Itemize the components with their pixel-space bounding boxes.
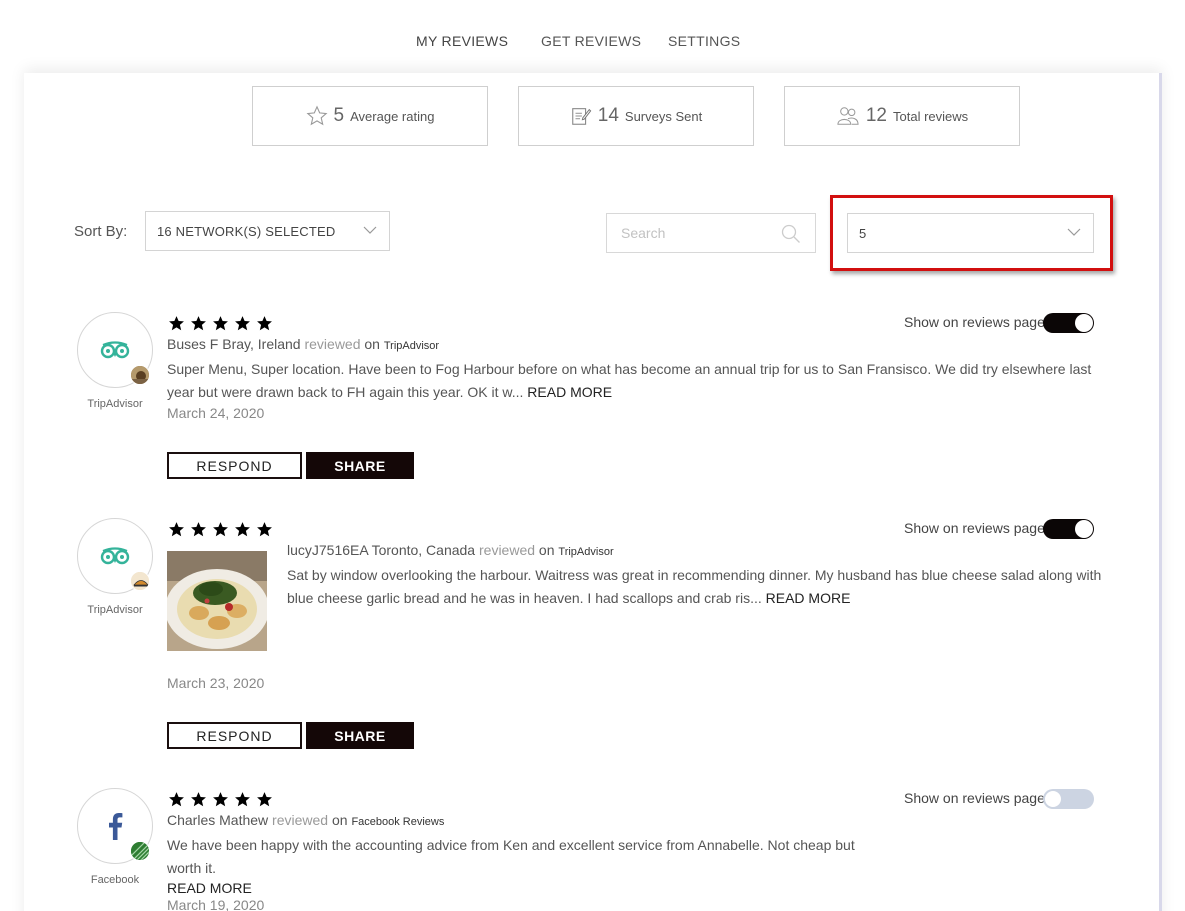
survey-edit-icon xyxy=(571,108,592,125)
reviewer-name: lucyJ7516EA Toronto, Canada xyxy=(287,542,476,558)
rating-select-highlight xyxy=(830,195,1113,271)
reviewed-text: reviewed xyxy=(304,336,361,352)
read-more-link[interactable]: READ MORE xyxy=(527,384,612,400)
reviewer-line: lucyJ7516EA Toronto, Canada reviewed on … xyxy=(287,542,614,558)
share-button[interactable]: SHARE xyxy=(306,452,414,479)
review-text: Sat by window overlooking the harbour. W… xyxy=(287,564,1107,610)
network-select[interactable]: 16 NETWORK(S) SELECTED xyxy=(145,211,390,251)
star-rating xyxy=(168,791,273,808)
average-rating-card: 5 Average rating xyxy=(252,86,488,146)
toggle-knob xyxy=(1075,520,1093,538)
toggle-knob xyxy=(1044,790,1062,808)
show-on-page-label: Show on reviews page xyxy=(904,790,1045,806)
review-text: We have been happy with the accounting a… xyxy=(167,834,867,880)
search-input[interactable] xyxy=(607,214,777,252)
tab-get-reviews[interactable]: GET REVIEWS xyxy=(541,33,641,49)
average-rating-label: Average rating xyxy=(350,108,435,124)
toggle-knob xyxy=(1075,314,1093,332)
star-icon xyxy=(191,792,206,807)
sort-by-label: Sort By: xyxy=(74,223,128,240)
star-icon xyxy=(213,316,228,331)
average-rating-value: 5 xyxy=(333,105,345,126)
show-on-page-toggle[interactable] xyxy=(1043,313,1094,333)
reviewer-thumbnail xyxy=(130,841,150,861)
tab-my-reviews[interactable]: MY REVIEWS xyxy=(416,33,508,49)
top-navigation: MY REVIEWS GET REVIEWS SETTINGS xyxy=(0,0,1185,74)
total-reviews-card: 12 Total reviews xyxy=(784,86,1020,146)
read-more-link[interactable]: READ MORE xyxy=(766,590,851,606)
network-avatar xyxy=(77,312,153,388)
star-outline-icon xyxy=(306,105,328,126)
read-more-link[interactable]: READ MORE xyxy=(167,880,252,896)
review-body: We have been happy with the accounting a… xyxy=(167,837,855,876)
on-text: on xyxy=(364,336,380,352)
network-avatar xyxy=(77,788,153,864)
star-icon xyxy=(169,522,184,537)
reviewer-line: Buses F Bray, Ireland reviewed on TripAd… xyxy=(167,336,439,352)
on-text: on xyxy=(538,542,555,558)
total-reviews-label: Total reviews xyxy=(893,108,969,124)
reviewer-thumbnail xyxy=(130,365,150,385)
network-label: TripAdvisor xyxy=(87,604,143,616)
review-network-name: TripAdvisor xyxy=(558,546,614,558)
review-date: March 19, 2020 xyxy=(167,897,265,911)
reviewed-text: reviewed xyxy=(479,542,536,558)
star-icon xyxy=(235,792,250,807)
network-label: TripAdvisor xyxy=(87,398,143,410)
star-icon xyxy=(213,792,228,807)
review-network-name: TripAdvisor xyxy=(383,340,440,352)
review-date: March 24, 2020 xyxy=(167,405,265,421)
star-icon xyxy=(213,522,228,537)
star-rating xyxy=(168,521,273,538)
tab-settings[interactable]: SETTINGS xyxy=(668,33,740,49)
show-on-page-label: Show on reviews page xyxy=(904,314,1045,330)
chevron-down-icon xyxy=(363,226,377,234)
show-on-page-toggle[interactable] xyxy=(1043,519,1094,539)
star-rating xyxy=(168,315,273,332)
review-body: Sat by window overlooking the harbour. W… xyxy=(287,567,1102,606)
star-icon xyxy=(235,316,250,331)
review-photo[interactable] xyxy=(167,551,267,651)
surveys-sent-value: 14 xyxy=(597,105,619,126)
total-reviews-value: 12 xyxy=(865,105,887,126)
star-icon xyxy=(235,522,250,537)
search-box xyxy=(606,213,816,253)
reviewer-name: Charles Mathew xyxy=(167,812,269,828)
respond-button[interactable]: RESPOND xyxy=(167,722,302,749)
users-icon xyxy=(837,107,859,125)
review-network-name: Facebook Reviews xyxy=(351,816,445,828)
surveys-sent-label: Surveys Sent xyxy=(624,108,703,124)
star-icon xyxy=(169,792,184,807)
review-body: Super Menu, Super location. Have been to… xyxy=(167,361,1092,400)
reviewed-text: reviewed xyxy=(272,812,329,828)
review-date: March 23, 2020 xyxy=(167,675,265,691)
network-label: Facebook xyxy=(90,874,140,886)
on-text: on xyxy=(331,812,348,828)
respond-button[interactable]: RESPOND xyxy=(167,452,302,479)
share-button[interactable]: SHARE xyxy=(306,722,414,749)
show-on-page-label: Show on reviews page xyxy=(904,520,1045,536)
star-icon xyxy=(191,316,206,331)
search-icon[interactable] xyxy=(781,224,801,244)
surveys-sent-card: 14 Surveys Sent xyxy=(518,86,754,146)
star-icon xyxy=(257,316,272,331)
reviewer-line: Charles Mathew reviewed on Facebook Revi… xyxy=(167,812,444,828)
star-icon xyxy=(257,792,272,807)
star-icon xyxy=(257,522,272,537)
review-text: Super Menu, Super location. Have been to… xyxy=(167,358,1112,404)
reviewer-name: Buses F Bray, Ireland xyxy=(167,336,301,352)
star-icon xyxy=(169,316,184,331)
network-avatar xyxy=(77,518,153,594)
star-icon xyxy=(191,522,206,537)
show-on-page-toggle[interactable] xyxy=(1043,789,1094,809)
network-select-value: 16 NETWORK(S) SELECTED xyxy=(157,223,336,239)
reviewer-thumbnail xyxy=(130,571,150,591)
